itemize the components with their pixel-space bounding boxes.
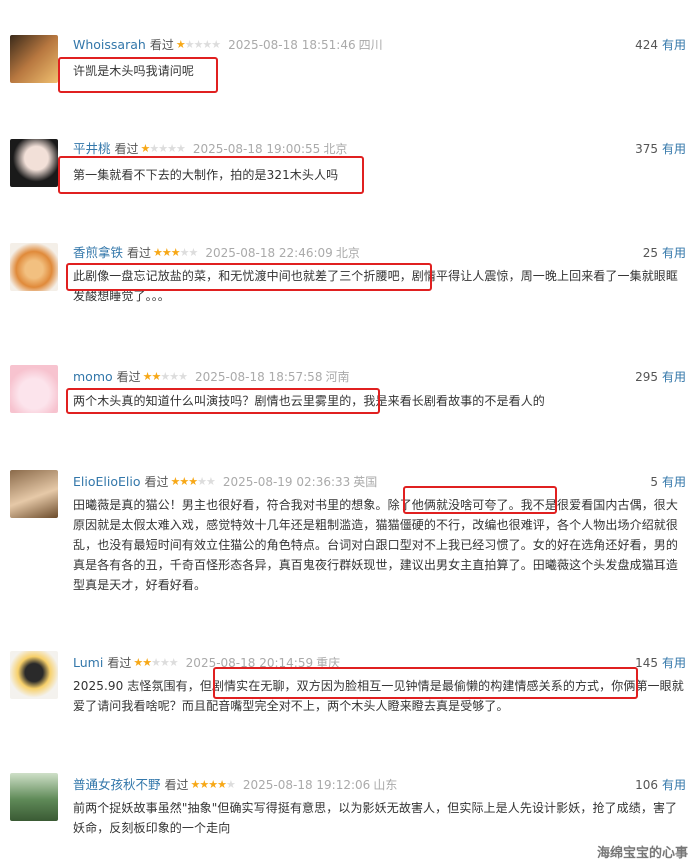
useful-button[interactable]: 有用 bbox=[662, 778, 686, 792]
review-item: Whoissarah 看过 ★★★★★ 2025-08-18 18:51:46 … bbox=[0, 33, 696, 123]
useful-votes[interactable]: 375 有用 bbox=[635, 140, 686, 158]
review-time: 2025-08-18 22:46:09 bbox=[205, 246, 333, 260]
review-location: 四川 bbox=[358, 38, 383, 52]
avatar[interactable] bbox=[10, 365, 58, 413]
review-item: 平井桃 看过 ★★★★★ 2025-08-18 19:00:55 北京 375 有… bbox=[0, 137, 696, 217]
star-rating: ★★★★★ bbox=[153, 246, 198, 259]
watched-label: 看过 bbox=[144, 475, 169, 489]
useful-votes[interactable]: 424 有用 bbox=[635, 36, 686, 54]
review-location: 重庆 bbox=[316, 656, 341, 670]
useful-button[interactable]: 有用 bbox=[662, 370, 686, 384]
review-content: 两个木头真的知道什么叫演技吗？剧情也云里雾里的，我是来看长剧看故事的不是看人的 bbox=[73, 394, 545, 408]
useful-votes[interactable]: 145 有用 bbox=[635, 654, 686, 672]
review-content: 此剧像一盘忘记放盐的菜，和无忧渡中间也就差了三个折腰吧，剧情平得让人震惊，周一晚… bbox=[73, 269, 679, 303]
review-time: 2025-08-18 19:00:55 bbox=[192, 142, 321, 156]
useful-votes[interactable]: 25 有用 bbox=[643, 244, 686, 262]
star-rating: ★★★★★ bbox=[140, 142, 186, 155]
username-link[interactable]: 普通女孩秋不野 bbox=[73, 776, 161, 794]
username-link[interactable]: 香煎拿铁 bbox=[73, 244, 123, 262]
useful-button[interactable]: 有用 bbox=[662, 38, 686, 52]
review-item: ElioElioElio 看过 ★★★★★ 2025-08-19 02:36:3… bbox=[0, 470, 696, 592]
useful-button[interactable]: 有用 bbox=[662, 656, 686, 670]
watermark: 海绵宝宝的心事 bbox=[596, 846, 688, 861]
star-rating: ★★★★★ bbox=[190, 778, 236, 791]
useful-button[interactable]: 有用 bbox=[662, 142, 686, 156]
review-time: 2025-08-18 18:57:58 bbox=[195, 370, 323, 384]
review-item: Lumi 看过 ★★★★★ 2025-08-18 20:14:59 重庆 145… bbox=[0, 651, 696, 741]
review-content: 第一集就看不下去的大制作，拍的是321木头人吗 bbox=[73, 168, 339, 182]
star-rating: ★★★★★ bbox=[133, 656, 178, 669]
avatar[interactable] bbox=[10, 651, 58, 699]
useful-votes[interactable]: 295 有用 bbox=[635, 368, 686, 386]
review-content: 前两个捉妖故事虽然"抽象"但确实写得挺有意思，以为影妖无故害人，但实际上是人先设… bbox=[73, 801, 678, 835]
review-time: 2025-08-18 19:12:06 bbox=[242, 778, 371, 792]
avatar[interactable] bbox=[10, 139, 58, 187]
avatar[interactable] bbox=[10, 243, 58, 291]
avatar[interactable] bbox=[10, 773, 58, 821]
review-item: momo 看过 ★★★★★ 2025-08-18 18:57:58 河南 295… bbox=[0, 365, 696, 425]
username-link[interactable]: 平井桃 bbox=[73, 140, 111, 158]
review-item: 香煎拿铁 看过 ★★★★★ 2025-08-18 22:46:09 北京 25 有… bbox=[0, 241, 696, 331]
review-location: 北京 bbox=[335, 246, 360, 260]
review-time: 2025-08-18 20:14:59 bbox=[185, 656, 314, 670]
useful-button[interactable]: 有用 bbox=[662, 475, 686, 489]
star-rating: ★★★★★ bbox=[175, 38, 221, 51]
useful-votes[interactable]: 5 有用 bbox=[650, 473, 686, 491]
review-location: 山东 bbox=[373, 778, 398, 792]
username-link[interactable]: momo bbox=[73, 368, 113, 386]
review-time: 2025-08-19 02:36:33 bbox=[222, 475, 351, 489]
review-item: 普通女孩秋不野 看过 ★★★★★ 2025-08-18 19:12:06 山东 … bbox=[0, 773, 696, 853]
review-content: 2025.90 志怪氛围有，但剧情实在无聊，双方因为脸相互一见钟情是最偷懒的构建… bbox=[73, 679, 684, 713]
star-rating: ★★★★★ bbox=[142, 370, 188, 383]
review-location: 英国 bbox=[353, 475, 378, 489]
star-rating: ★★★★★ bbox=[170, 475, 216, 488]
watched-label: 看过 bbox=[127, 246, 152, 260]
review-time: 2025-08-18 18:51:46 bbox=[228, 38, 356, 52]
review-content: 田曦薇是真的猫公！男主也很好看，符合我对书里的想象。除了他俩就没啥可夸了。我不是… bbox=[73, 498, 679, 592]
review-content: 许凯是木头吗我请问呢 bbox=[73, 64, 195, 78]
username-link[interactable]: ElioElioElio bbox=[73, 473, 140, 491]
watched-label: 看过 bbox=[116, 370, 141, 384]
useful-votes[interactable]: 106 有用 bbox=[635, 776, 686, 794]
watched-label: 看过 bbox=[107, 656, 132, 670]
watched-label: 看过 bbox=[149, 38, 174, 52]
useful-button[interactable]: 有用 bbox=[662, 246, 686, 260]
username-link[interactable]: Lumi bbox=[73, 654, 103, 672]
review-location: 河南 bbox=[325, 370, 350, 384]
watched-label: 看过 bbox=[164, 778, 189, 792]
avatar[interactable] bbox=[10, 35, 58, 83]
review-location: 北京 bbox=[323, 142, 348, 156]
watched-label: 看过 bbox=[114, 142, 139, 156]
username-link[interactable]: Whoissarah bbox=[73, 36, 146, 54]
avatar[interactable] bbox=[10, 470, 58, 518]
